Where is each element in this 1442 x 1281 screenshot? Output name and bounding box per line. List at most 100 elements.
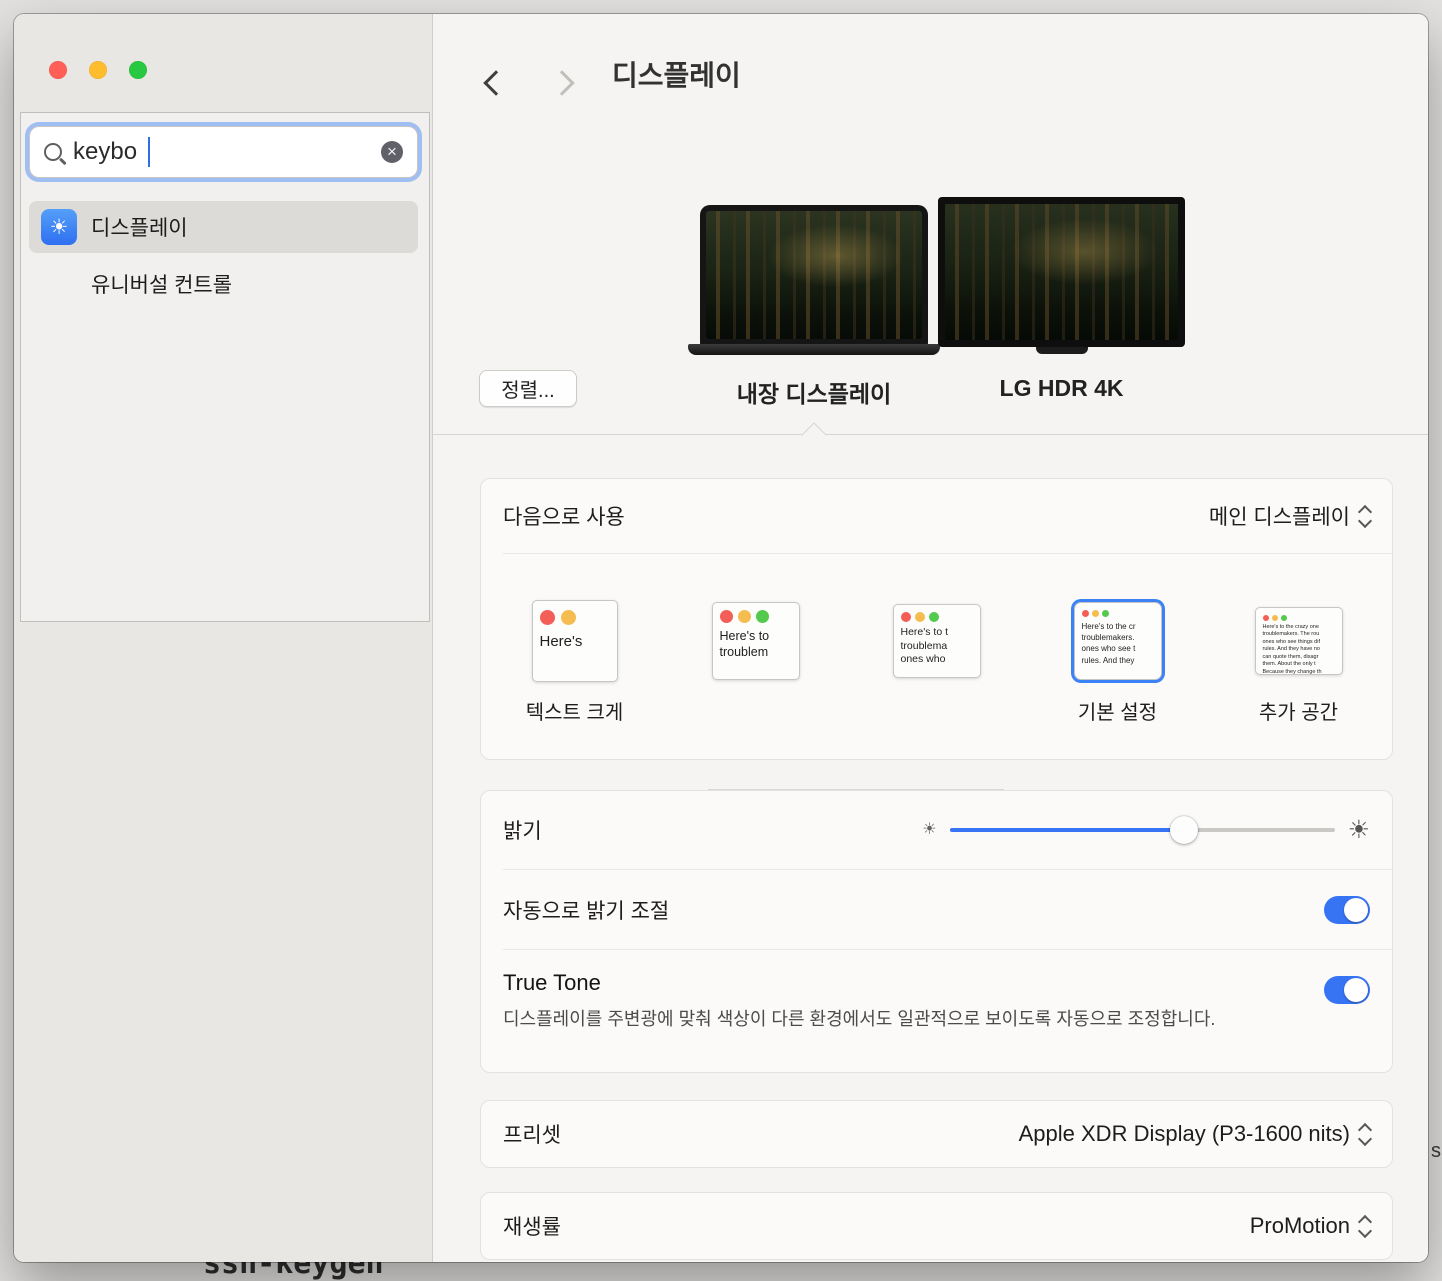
close-button[interactable]	[49, 61, 67, 79]
refresh-rate-label: 재생률	[503, 1211, 561, 1241]
resolution-option-3[interactable]: Here's to t troublema ones who	[891, 596, 983, 722]
window-dot-icon	[738, 610, 751, 623]
system-settings-window: keybo 디스플레이 유니버설 컨트롤 디스플레이	[14, 14, 1428, 1262]
background-edge-text: s	[1431, 1140, 1441, 1163]
chevron-up-down-icon	[1360, 1125, 1370, 1144]
selected-display-pointer	[801, 422, 826, 447]
preview-text: rules. And they have no	[1263, 646, 1335, 653]
resolution-option-larger-text[interactable]: Here's 텍스트 크게	[529, 596, 621, 722]
brightness-control: ☀ ☀	[922, 816, 1370, 844]
chevron-up-down-icon	[1360, 507, 1370, 526]
section-divider	[433, 434, 1428, 435]
chevron-up-down-icon	[1360, 1217, 1370, 1236]
display-settings-pane: 디스플레이 내장 디스플레이 LG HDR 4K 정렬... 다음으로 사용 메…	[433, 14, 1428, 1262]
built-in-display-thumbnail[interactable]	[700, 205, 928, 345]
search-icon	[44, 143, 62, 161]
refresh-rate-card: 재생률 ProMotion	[480, 1192, 1393, 1260]
preset-dropdown[interactable]: Apple XDR Display (P3-1600 nits)	[1019, 1121, 1370, 1147]
search-result-label: 유니버설 컨트롤	[91, 269, 232, 299]
resolution-preview: Here's to the crazy one troublemakers. T…	[1255, 607, 1343, 675]
true-tone-label: True Tone	[503, 970, 1233, 996]
preset-value: Apple XDR Display (P3-1600 nits)	[1019, 1121, 1350, 1147]
preview-text: Here's to the crazy one	[1263, 624, 1335, 631]
resolution-option-more-space[interactable]: Here's to the crazy one troublemakers. T…	[1253, 596, 1345, 722]
preview-text: them. About the only t	[1263, 661, 1335, 668]
clear-search-icon[interactable]	[381, 141, 403, 163]
auto-brightness-toggle[interactable]	[1324, 896, 1370, 924]
arrange-button[interactable]: 정렬...	[479, 370, 577, 407]
search-input-value: keybo	[73, 138, 137, 166]
preview-text: ones who	[901, 653, 973, 667]
use-as-dropdown[interactable]: 메인 디스플레이	[1209, 501, 1370, 531]
window-dot-icon	[1272, 615, 1278, 621]
resolution-option-default[interactable]: Here's to the cr troublemakers. ones who…	[1072, 596, 1164, 722]
preview-text: ones who see things dif	[1263, 639, 1335, 646]
resolution-option-label: 텍스트 크게	[526, 696, 624, 722]
search-result-displays[interactable]: 디스플레이	[29, 201, 418, 253]
wallpaper-forest-image	[945, 204, 1178, 340]
brightness-low-icon: ☀	[922, 822, 936, 838]
preset-label: 프리셋	[503, 1119, 561, 1149]
window-dot-icon	[540, 610, 555, 625]
preview-text: troublem	[720, 644, 792, 660]
zoom-button[interactable]	[129, 61, 147, 79]
window-dot-icon	[1263, 615, 1269, 621]
toggle-knob	[1344, 978, 1368, 1002]
preview-text: Because they change th	[1263, 669, 1335, 675]
sidebar: keybo 디스플레이 유니버설 컨트롤	[14, 14, 433, 1262]
resolution-option-label: 추가 공간	[1259, 696, 1338, 722]
auto-brightness-label: 자동으로 밝기 조절	[503, 895, 669, 925]
chevron-left-icon	[483, 70, 508, 95]
preview-text: ones who see t	[1082, 643, 1154, 654]
window-dot-icon	[561, 610, 576, 625]
window-dot-icon	[756, 610, 769, 623]
resolution-options: Here's 텍스트 크게 Here's to troublem	[481, 554, 1392, 722]
toggle-knob	[1344, 898, 1368, 922]
forward-button[interactable]	[549, 67, 581, 99]
search-results-panel: keybo 디스플레이 유니버설 컨트롤	[20, 112, 430, 622]
page-title: 디스플레이	[612, 54, 741, 94]
brightness-high-icon: ☀	[1348, 818, 1370, 843]
window-dot-icon	[1281, 615, 1287, 621]
preview-text: Here's to the cr	[1082, 621, 1154, 632]
resolution-preview-selected: Here's to the cr troublemakers. ones who…	[1074, 602, 1162, 680]
search-result-universal-control[interactable]: 유니버설 컨트롤	[29, 259, 418, 309]
preset-card: 프리셋 Apple XDR Display (P3-1600 nits)	[480, 1100, 1393, 1168]
chevron-right-icon	[549, 70, 574, 95]
preview-text: rules. And they	[1082, 655, 1154, 666]
window-controls	[49, 61, 147, 79]
preview-text: Here's	[540, 633, 610, 650]
brightness-slider[interactable]	[950, 816, 1335, 844]
preview-text: troublemakers. The rou	[1263, 631, 1335, 638]
window-dot-icon	[915, 612, 925, 622]
monitor-stand	[1036, 347, 1088, 354]
window-dot-icon	[929, 612, 939, 622]
resolution-card: 다음으로 사용 메인 디스플레이 Here's 텍스트 크게	[480, 478, 1393, 760]
use-as-value: 메인 디스플레이	[1209, 501, 1350, 531]
preview-text: troublemakers.	[1082, 632, 1154, 643]
wallpaper-forest-image	[706, 211, 922, 339]
refresh-rate-value: ProMotion	[1250, 1213, 1350, 1239]
preview-text: can quote them, disagr	[1263, 654, 1335, 661]
resolution-option-2[interactable]: Here's to troublem	[710, 596, 802, 722]
external-display-thumbnail[interactable]	[938, 197, 1185, 347]
preview-text: Here's to	[720, 628, 792, 644]
minimize-button[interactable]	[89, 61, 107, 79]
display-brightness-icon	[41, 209, 77, 245]
true-tone-text: True Tone 디스플레이를 주변광에 맞춰 색상이 다른 환경에서도 일관…	[503, 970, 1233, 1034]
resolution-preview: Here's to troublem	[712, 602, 800, 680]
window-dot-icon	[901, 612, 911, 622]
window-dot-icon	[1082, 610, 1089, 617]
window-dot-icon	[1102, 610, 1109, 617]
window-dot-icon	[720, 610, 733, 623]
true-tone-toggle[interactable]	[1324, 976, 1370, 1004]
back-button[interactable]	[477, 67, 509, 99]
slider-thumb[interactable]	[1170, 816, 1198, 844]
use-as-label: 다음으로 사용	[503, 501, 625, 531]
refresh-rate-dropdown[interactable]: ProMotion	[1250, 1213, 1370, 1239]
external-display-name: LG HDR 4K	[938, 375, 1185, 402]
resolution-option-label: 기본 설정	[1078, 696, 1157, 722]
slider-fill	[950, 828, 1185, 832]
search-input[interactable]: keybo	[29, 126, 418, 178]
window-dot-icon	[1092, 610, 1099, 617]
